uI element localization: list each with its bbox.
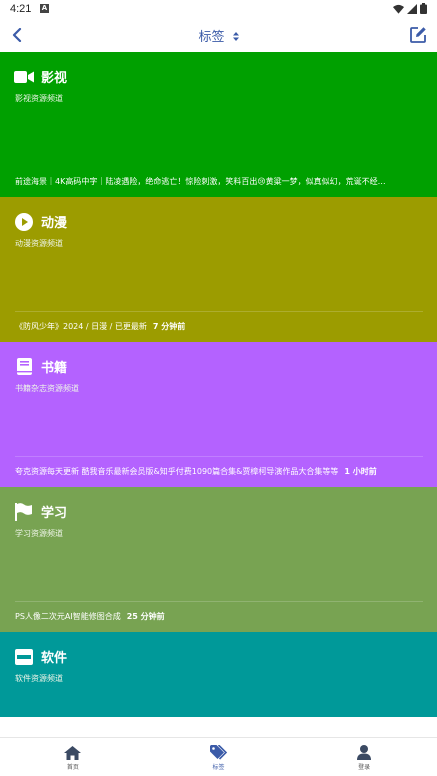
card-header: 书籍: [14, 357, 67, 376]
card-subtitle: 影视资源频道: [15, 94, 63, 103]
window-icon: [14, 648, 34, 665]
card-title: 软件: [41, 651, 68, 666]
tag-card-books[interactable]: 书籍 书籍杂志资源频道 夸克资源每天更新 酷我音乐最新会员版&知乎付费1090篇…: [0, 342, 437, 487]
latest-time: 25 分钟前: [126, 612, 165, 621]
card-subtitle: 书籍杂志资源频道: [15, 384, 79, 393]
battery-icon: [420, 3, 427, 14]
latest-title: 夸克资源每天更新 酷我音乐最新会员版&知乎付费1090篇合集&贾樟柯导演作品大合…: [15, 467, 339, 476]
play-circle-icon: [14, 212, 34, 231]
card-header: 软件: [14, 647, 67, 666]
divider: [15, 311, 423, 312]
card-subtitle: 软件资源频道: [15, 674, 63, 683]
signal-icon: [407, 3, 417, 14]
sort-caret-icon: [232, 32, 239, 41]
divider: [15, 601, 423, 602]
latest-title: PS人像二次元AI智能修图合成: [15, 612, 121, 621]
status-bar: 4:21 A: [0, 0, 437, 18]
card-latest-post[interactable]: 夸克资源每天更新 酷我音乐最新会员版&知乎付费1090篇合集&贾樟柯导演作品大合…: [15, 466, 423, 477]
nav-item-login[interactable]: 登录: [291, 738, 437, 776]
nav-item-tags[interactable]: 标签: [146, 738, 292, 776]
card-title: 书籍: [41, 361, 68, 376]
edit-button[interactable]: [407, 24, 429, 46]
card-latest-post[interactable]: 前途海景｜4K高码中字｜陆凌遇险，绝命逃亡！惊险刺激，笑料百出😢黄粱一梦，似真似…: [15, 176, 423, 187]
book-icon: [14, 358, 34, 375]
user-icon: [357, 745, 372, 760]
status-icons: [393, 3, 427, 14]
tags-icon: [209, 745, 227, 760]
nav-label: 首页: [66, 763, 79, 771]
divider: [15, 456, 423, 457]
wifi-icon: [393, 4, 404, 14]
tag-card-list: 影视 影视资源频道 前途海景｜4K高码中字｜陆凌遇险，绝命逃亡！惊险刺激，笑料百…: [0, 52, 437, 717]
bottom-nav: 首页 标签 登录: [0, 737, 437, 776]
card-header: 动漫: [14, 212, 67, 231]
card-header: 影视: [14, 67, 67, 86]
tag-card-software[interactable]: 软件 软件资源频道: [0, 632, 437, 717]
card-subtitle: 动漫资源频道: [15, 239, 63, 248]
app-bar: 标签: [0, 18, 437, 52]
home-icon: [64, 745, 82, 760]
card-title: 学习: [41, 506, 68, 521]
latest-time: 7 分钟前: [152, 322, 186, 331]
latest-time: 1 小时前: [344, 467, 377, 476]
latest-title: 前途海景｜4K高码中字｜陆凌遇险，绝命逃亡！惊险刺激，笑料百出😢黄粱一梦，似真似…: [15, 177, 386, 186]
status-time: 4:21: [10, 3, 32, 15]
card-latest-post[interactable]: 《防风少年》2024 / 日漫 / 已更最新 7 分钟前: [15, 321, 423, 332]
latest-title: 《防风少年》2024 / 日漫 / 已更最新: [15, 322, 147, 331]
nav-label: 标签: [212, 764, 225, 771]
tag-card-study[interactable]: 学习 学习资源频道 PS人像二次元AI智能修图合成 25 分钟前: [0, 487, 437, 632]
card-title: 影视: [41, 71, 68, 86]
page-title: 标签: [198, 30, 225, 45]
flag-icon: [14, 502, 34, 521]
nav-item-home[interactable]: 首页: [0, 738, 146, 776]
tag-card-movies[interactable]: 影视 影视资源频道 前途海景｜4K高码中字｜陆凌遇险，绝命逃亡！惊险刺激，笑料百…: [0, 52, 437, 197]
card-header: 学习: [14, 502, 67, 521]
card-title: 动漫: [41, 216, 68, 231]
video-camera-icon: [14, 68, 34, 85]
card-latest-post[interactable]: PS人像二次元AI智能修图合成 25 分钟前: [15, 611, 423, 622]
nav-label: 登录: [358, 764, 371, 771]
edit-icon: [410, 27, 426, 43]
title-selector[interactable]: 标签: [0, 26, 437, 45]
tag-card-anime[interactable]: 动漫 动漫资源频道 《防风少年》2024 / 日漫 / 已更最新 7 分钟前: [0, 197, 437, 342]
notification-a-icon: A: [40, 4, 49, 13]
card-subtitle: 学习资源频道: [15, 529, 63, 538]
